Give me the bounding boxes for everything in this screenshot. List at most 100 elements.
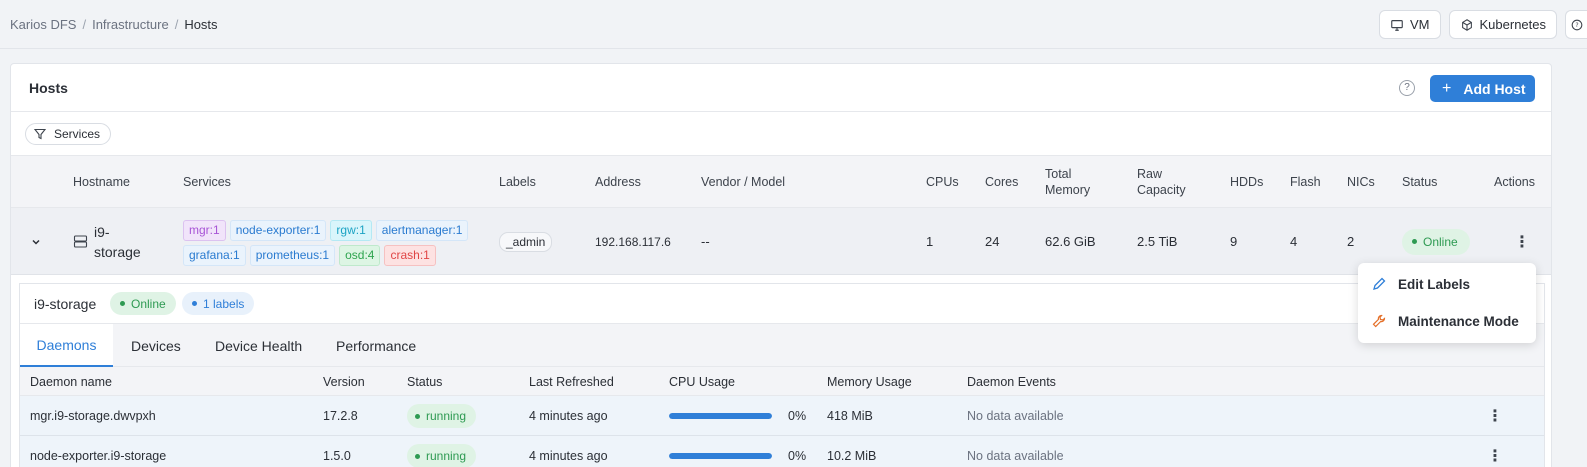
service-chip: prometheus:1 [249, 245, 336, 266]
table-row[interactable]: i9-storage mgr:1 node-exporter:1 rgw:1 a… [11, 208, 1551, 275]
host-hdds: 9 [1230, 234, 1238, 249]
services-filter-label: Services [54, 127, 101, 141]
vm-button[interactable]: VM [1379, 10, 1441, 39]
services-filter-button[interactable]: Services [25, 123, 112, 145]
col-memory-usage[interactable]: Memory Usage [827, 367, 912, 396]
breadcrumb-separator: / [174, 17, 179, 32]
col-flash[interactable]: Flash [1290, 156, 1321, 208]
add-host-label: Add Host [1463, 80, 1526, 97]
col-cpus[interactable]: CPUs [926, 156, 959, 208]
cpu-usage-bar [669, 396, 772, 436]
breadcrumb: Karios DFS / Infrastructure / Hosts [10, 17, 218, 32]
table-row[interactable]: node-exporter.i9-storage 1.5.0 running 4… [20, 436, 1544, 467]
service-chip: node-exporter:1 [229, 220, 327, 241]
host-detail: i9-storage Online 1 labels Daemons Devic… [19, 283, 1545, 467]
daemon-status-label: running [426, 449, 467, 463]
col-hdds[interactable]: HDDs [1230, 156, 1263, 208]
page-title: Hosts [29, 80, 68, 96]
status-dot-icon [415, 453, 420, 459]
cpu-usage-value: 0% [788, 449, 807, 463]
menu-item-label: Maintenance Mode [1398, 313, 1519, 329]
help-button[interactable]: ? [1565, 10, 1587, 39]
col-last-refreshed[interactable]: Last Refreshed [529, 367, 614, 396]
col-daemon-name[interactable]: Daemon name [30, 367, 112, 396]
daemon-status-badge: running [407, 444, 477, 467]
monitor-icon [1391, 19, 1403, 31]
cpu-usage-value: 0% [788, 409, 807, 423]
status-dot-icon [415, 413, 420, 419]
col-daemon-events[interactable]: Daemon Events [967, 367, 1056, 396]
daemon-actions-kebab-icon[interactable]: ⋮ [1487, 396, 1503, 436]
col-hostname[interactable]: Hostname [73, 156, 130, 208]
tab-device-health[interactable]: Device Health [215, 324, 302, 367]
cpu-usage-bar [669, 436, 772, 467]
col-cpu-usage[interactable]: CPU Usage [669, 367, 735, 396]
help-icon: ? [1571, 19, 1582, 30]
detail-status-label: Online [131, 296, 166, 311]
col-version[interactable]: Version [323, 367, 365, 396]
row-actions-menu: Edit Labels Maintenance Mode [1358, 263, 1536, 343]
detail-status-badge: Online [110, 292, 176, 315]
col-address[interactable]: Address [595, 156, 641, 208]
status-dot-icon [120, 301, 125, 306]
filter-icon [34, 128, 46, 140]
col-total-memory[interactable]: Total Memory [1045, 156, 1107, 208]
breadcrumb-item-karios[interactable]: Karios DFS [10, 17, 76, 32]
daemon-status-badge: running [407, 404, 477, 428]
service-chip: crash:1 [384, 245, 436, 266]
tab-daemons[interactable]: Daemons [20, 324, 113, 367]
col-vendor-model[interactable]: Vendor / Model [701, 156, 785, 208]
service-chip: grafana:1 [183, 245, 246, 266]
host-detail-title: i9-storage [34, 296, 97, 312]
services-chips: mgr:1 node-exporter:1 rgw:1 alertmanager… [183, 220, 483, 266]
hosts-table-header: Hostname Services Labels Address Vendor … [11, 156, 1551, 208]
host-nics: 2 [1347, 234, 1355, 249]
daemons-table-header: Daemon name Version Status Last Refreshe… [20, 367, 1544, 396]
col-cores[interactable]: Cores [985, 156, 1018, 208]
daemon-last-refreshed: 4 minutes ago [529, 449, 608, 463]
kubernetes-button[interactable]: Kubernetes [1448, 10, 1557, 39]
status-dot-icon [1412, 239, 1417, 244]
hostname[interactable]: i9-storage [94, 208, 154, 275]
col-actions: Actions [1494, 175, 1535, 189]
cube-icon [1461, 18, 1472, 31]
panel-header: Hosts ? + Add Host [11, 64, 1551, 112]
expand-chevron-icon[interactable] [31, 208, 41, 275]
daemon-status-label: running [426, 409, 467, 423]
host-detail-header: i9-storage Online 1 labels [20, 284, 1544, 324]
status-badge-label: Online [1423, 234, 1458, 249]
host-label-pill: _admin [499, 231, 553, 252]
table-row[interactable]: mgr.i9-storage.dwvpxh 17.2.8 running 4 m… [20, 396, 1544, 436]
host-vendor-model: -- [701, 234, 710, 249]
service-chip: mgr:1 [183, 220, 226, 241]
host-address: 192.168.117.6 [595, 234, 671, 249]
memory-usage-value: 10.2 MiB [827, 449, 877, 463]
col-services[interactable]: Services [183, 156, 231, 208]
help-icon[interactable]: ? [1399, 80, 1415, 96]
menu-item-edit-labels[interactable]: Edit Labels [1358, 266, 1536, 302]
col-status[interactable]: Status [1402, 156, 1437, 208]
host-flash: 4 [1290, 234, 1298, 249]
add-host-button[interactable]: + Add Host [1430, 75, 1535, 102]
labels-count-label: 1 labels [203, 296, 245, 311]
labels-count-badge: 1 labels [182, 292, 255, 315]
status-badge: Online [1402, 228, 1470, 255]
menu-item-maintenance-mode[interactable]: Maintenance Mode [1358, 303, 1536, 339]
svg-text:?: ? [1575, 22, 1578, 29]
labels-dot-icon [192, 301, 197, 306]
breadcrumb-item-infrastructure[interactable]: Infrastructure [92, 17, 169, 32]
kubernetes-button-label: Kubernetes [1479, 17, 1547, 32]
filter-row: Services [11, 112, 1551, 156]
tab-performance[interactable]: Performance [336, 324, 416, 367]
daemon-name: node-exporter.i9-storage [30, 449, 167, 463]
plus-icon: + [1442, 79, 1452, 97]
breadcrumb-item-hosts: Hosts [184, 17, 218, 32]
col-daemon-status[interactable]: Status [407, 367, 442, 396]
col-raw-capacity[interactable]: Raw Capacity [1137, 156, 1199, 208]
daemon-actions-kebab-icon[interactable]: ⋮ [1487, 436, 1503, 467]
daemon-name: mgr.i9-storage.dwvpxh [30, 409, 156, 423]
col-labels[interactable]: Labels [499, 156, 536, 208]
daemon-events: No data available [967, 449, 1064, 463]
tab-devices[interactable]: Devices [131, 324, 181, 367]
col-nics[interactable]: NICs [1347, 156, 1375, 208]
